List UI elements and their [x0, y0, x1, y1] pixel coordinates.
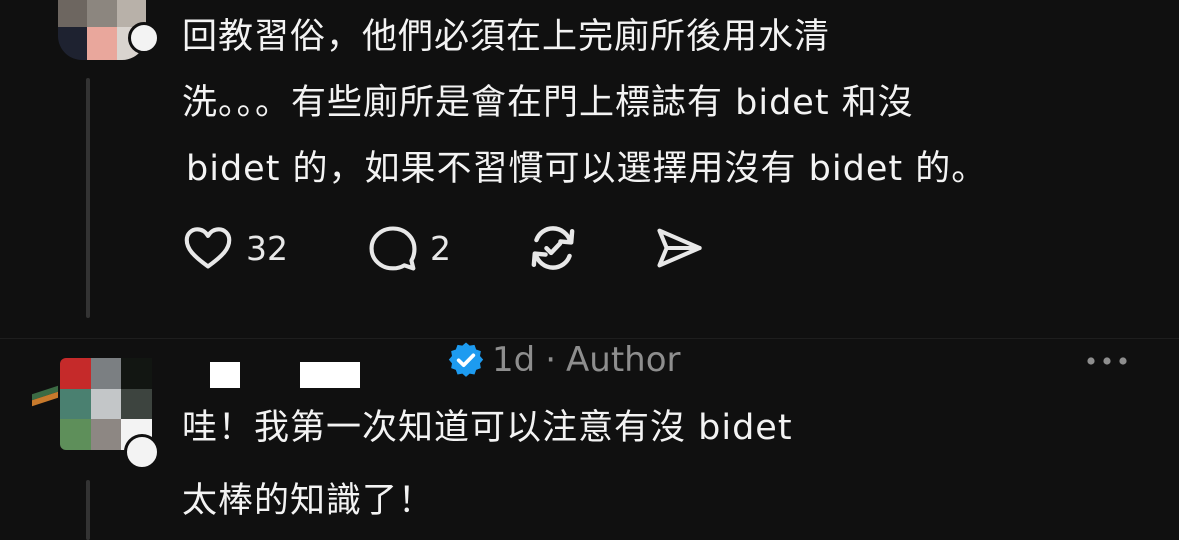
decorative-flag-icon — [32, 384, 58, 408]
reply-header-meta: 1d · Author — [446, 338, 681, 382]
post-time[interactable]: 1d — [492, 340, 535, 380]
post-body: 回教習俗，他們必須在上完廁所後用水清 洗。。。有些廁所是會在門上標誌有 bide… — [182, 8, 987, 198]
reply-body-line: 哇！我第一次知道可以注意有沒 bidet — [182, 408, 793, 448]
share-button[interactable] — [650, 222, 708, 274]
avatar-follow-badge[interactable] — [124, 434, 160, 470]
reply-body: 哇！我第一次知道可以注意有沒 bidet 太棒的知識了！ — [182, 399, 793, 530]
reply-body-line: 太棒的知識了！ — [182, 481, 435, 521]
reply-count: 2 — [430, 228, 451, 268]
username-redacted — [210, 362, 240, 388]
like-count: 32 — [246, 228, 288, 268]
reply-button[interactable]: 2 — [366, 222, 451, 274]
comment-icon — [369, 226, 417, 271]
verified-badge-icon — [448, 342, 484, 377]
heart-icon — [184, 227, 232, 269]
thread-line — [86, 78, 90, 318]
more-options-button[interactable] — [1082, 346, 1132, 376]
more-icon — [1087, 357, 1127, 365]
repost-icon — [531, 226, 575, 270]
avatar-follow-badge[interactable] — [128, 22, 160, 54]
like-button[interactable]: 32 — [182, 222, 288, 274]
post-body-line: bidet 的，如果不習慣可以選擇用沒有 bidet 的。 — [186, 149, 988, 189]
thread-line — [86, 480, 90, 540]
post-body-line: 回教習俗，他們必須在上完廁所後用水清 — [182, 17, 831, 57]
repost-button[interactable] — [524, 220, 582, 276]
meta-separator: · — [545, 340, 557, 380]
username-redacted — [300, 362, 360, 388]
post-body-line: 洗。。。有些廁所是會在門上標誌有 bidet 和沒 — [182, 83, 914, 123]
author-label: Author — [566, 340, 681, 380]
send-icon — [657, 228, 702, 268]
